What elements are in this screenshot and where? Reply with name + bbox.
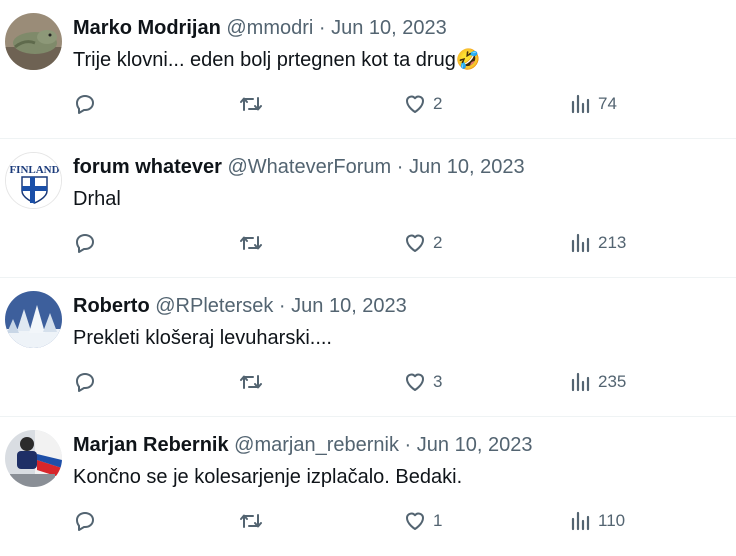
author-handle[interactable]: @mmodri xyxy=(226,17,313,39)
tweet-header: Roberto @RPletersek · Jun 10, 2023 xyxy=(73,294,407,318)
tweet-date[interactable]: Jun 10, 2023 xyxy=(331,17,447,39)
retweet-icon xyxy=(240,97,262,111)
like-count: 3 xyxy=(433,372,443,391)
tweet[interactable]: Marjan Rebernik @marjan_rebernik · Jun 1… xyxy=(0,417,736,556)
avatar[interactable] xyxy=(5,430,62,487)
reply-icon xyxy=(76,512,94,531)
reply-button[interactable] xyxy=(73,90,97,118)
reply-icon xyxy=(76,234,94,253)
reply-button[interactable] xyxy=(73,507,97,535)
tweet[interactable]: FINLAND forum whatever @WhateverForum · … xyxy=(0,139,736,278)
view-count: 110 xyxy=(598,511,626,530)
tweet-feed: Marko Modrijan @mmodri · Jun 10, 2023 Tr… xyxy=(0,0,736,540)
author-name[interactable]: Roberto xyxy=(73,295,150,317)
cyclist-avatar xyxy=(5,430,62,487)
retweet-button[interactable] xyxy=(238,507,264,535)
tweet-actions: 1 110 xyxy=(73,507,673,535)
views-button[interactable]: 213 xyxy=(570,229,626,257)
like-count: 2 xyxy=(433,94,443,113)
separator-dot: · xyxy=(391,156,409,178)
like-count: 2 xyxy=(433,233,443,252)
analytics-icon xyxy=(571,372,590,392)
like-button[interactable]: 1 xyxy=(403,507,442,535)
author-handle[interactable]: @RPletersek xyxy=(155,295,273,317)
author-handle[interactable]: @WhateverForum xyxy=(228,156,392,178)
tweet-text: Drhal xyxy=(73,188,121,210)
like-count: 1 xyxy=(433,511,443,530)
snowy-trees-avatar xyxy=(5,291,62,348)
tweet-text: Končno se je kolesarjenje izplačalo. Bed… xyxy=(73,466,463,488)
tweet-text: Trije klovni... eden bolj prtegnen kot t… xyxy=(73,49,481,71)
views-button[interactable]: 74 xyxy=(570,90,617,118)
views-button[interactable]: 110 xyxy=(570,507,625,535)
tweet-actions: 2 213 xyxy=(73,229,673,257)
reply-button[interactable] xyxy=(73,368,97,396)
heart-icon xyxy=(406,234,424,252)
retweet-icon xyxy=(240,375,262,389)
retweet-button[interactable] xyxy=(238,90,264,118)
tweet-actions: 3 235 xyxy=(73,368,673,396)
view-count: 213 xyxy=(598,233,627,252)
avatar[interactable] xyxy=(5,13,62,70)
retweet-button[interactable] xyxy=(238,229,264,257)
tweet-date[interactable]: Jun 10, 2023 xyxy=(291,295,407,317)
like-button[interactable]: 2 xyxy=(403,90,442,118)
lizard-avatar xyxy=(5,13,62,70)
view-count: 235 xyxy=(598,372,627,391)
tweet-actions: 2 74 xyxy=(73,90,673,118)
finland-flag-avatar: FINLAND xyxy=(6,153,61,208)
author-handle[interactable]: @marjan_rebernik xyxy=(234,434,399,456)
analytics-icon xyxy=(571,511,590,531)
author-name[interactable]: Marjan Rebernik xyxy=(73,434,229,456)
retweet-button[interactable] xyxy=(238,368,264,396)
avatar[interactable]: FINLAND xyxy=(5,152,62,209)
avatar[interactable] xyxy=(5,291,62,348)
retweet-icon xyxy=(240,514,262,528)
tweet-text: Prekleti klošeraj levuharski.... xyxy=(73,327,332,349)
retweet-icon xyxy=(240,236,262,250)
separator-dot: · xyxy=(313,17,332,39)
finland-logo-text: FINLAND xyxy=(9,164,59,176)
reply-button[interactable] xyxy=(73,229,97,257)
tweet-header: Marjan Rebernik @marjan_rebernik · Jun 1… xyxy=(73,433,532,457)
analytics-icon xyxy=(571,233,590,253)
tweet[interactable]: Roberto @RPletersek · Jun 10, 2023 Prekl… xyxy=(0,278,736,417)
separator-dot: · xyxy=(273,295,292,317)
tweet-header: Marko Modrijan @mmodri · Jun 10, 2023 xyxy=(73,16,447,40)
heart-icon xyxy=(406,373,424,391)
like-button[interactable]: 2 xyxy=(403,229,442,257)
heart-icon xyxy=(406,95,424,113)
reply-icon xyxy=(76,95,94,114)
analytics-icon xyxy=(571,94,590,114)
like-button[interactable]: 3 xyxy=(403,368,442,396)
views-button[interactable]: 235 xyxy=(570,368,626,396)
author-name[interactable]: Marko Modrijan xyxy=(73,17,221,39)
author-name[interactable]: forum whatever xyxy=(73,156,222,178)
view-count: 74 xyxy=(598,94,617,113)
tweet-date[interactable]: Jun 10, 2023 xyxy=(417,434,533,456)
tweet-date[interactable]: Jun 10, 2023 xyxy=(409,156,525,178)
separator-dot: · xyxy=(399,434,417,456)
tweet[interactable]: Marko Modrijan @mmodri · Jun 10, 2023 Tr… xyxy=(0,0,736,139)
reply-icon xyxy=(76,373,94,392)
tweet-header: forum whatever @WhateverForum · Jun 10, … xyxy=(73,155,525,179)
heart-icon xyxy=(406,512,424,530)
